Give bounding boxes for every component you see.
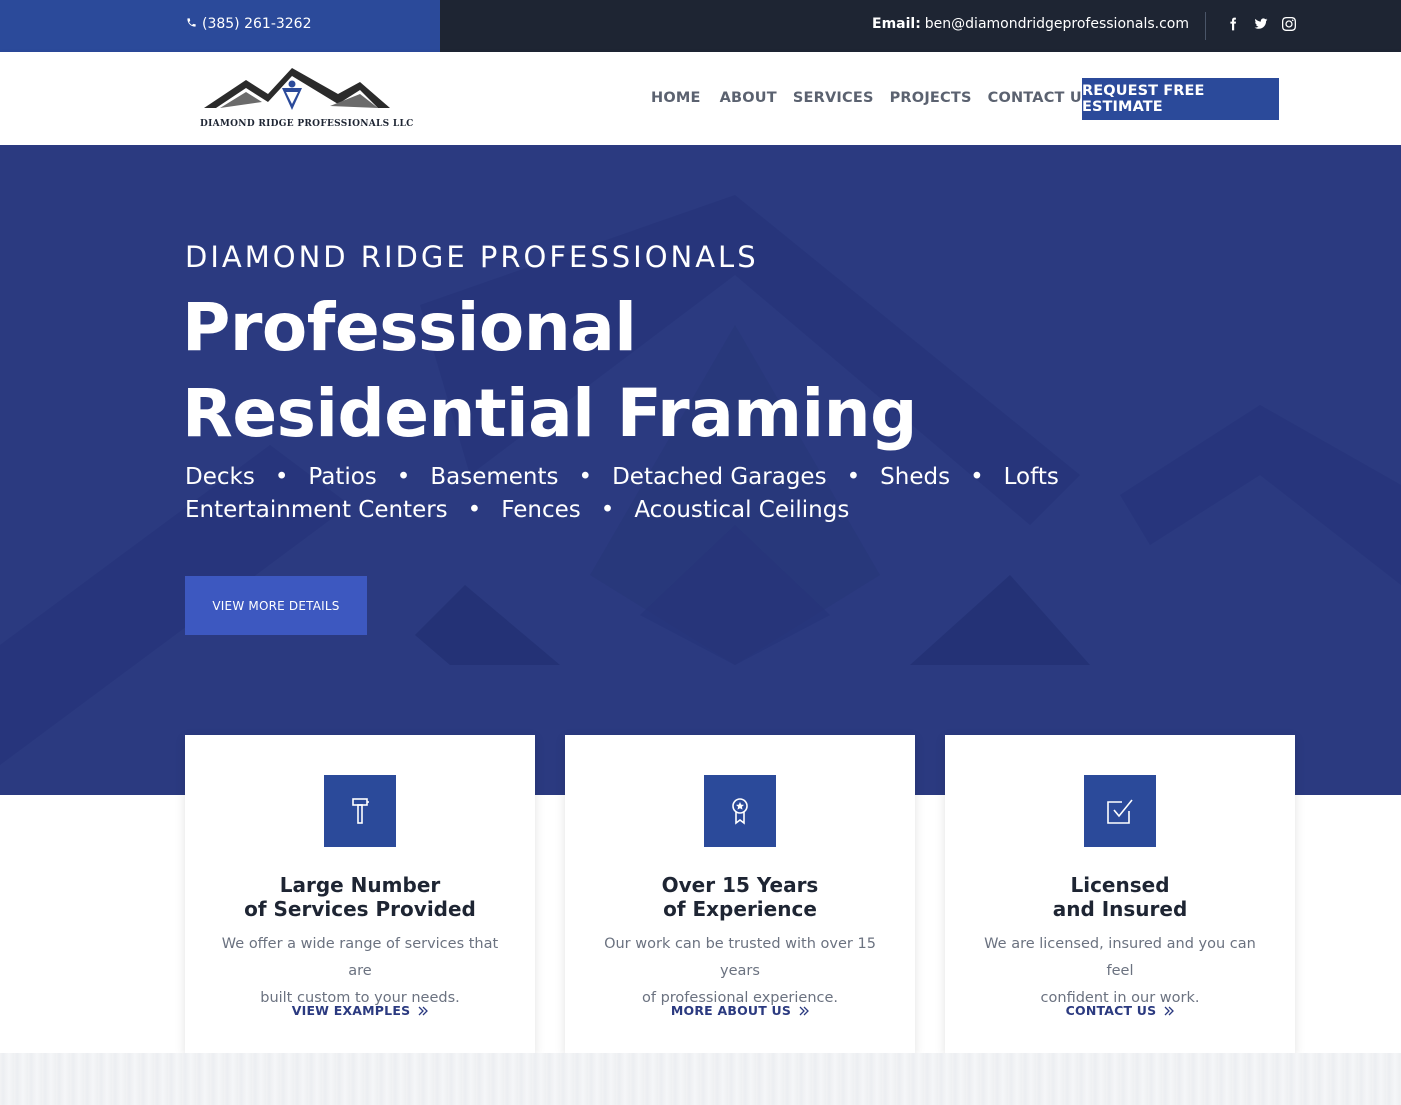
card-description: We are licensed, insured and you can fee…: [970, 931, 1270, 1012]
card-title-line1: Licensed: [1070, 873, 1170, 897]
card-title-line1: Over 15 Years: [661, 873, 819, 897]
link-label: MORE ABOUT US: [670, 1003, 792, 1018]
site-header: DIAMOND RIDGE PROFESSIONALS LLC HOME ABO…: [0, 52, 1401, 145]
facebook-icon[interactable]: [1226, 16, 1240, 32]
nav-services[interactable]: SERVICES: [793, 90, 874, 106]
hero-title-line1: Professional: [182, 289, 637, 366]
separator: •: [600, 497, 615, 523]
nav-contact-us[interactable]: CONTACT US: [988, 90, 1093, 106]
social-links: [1226, 16, 1296, 32]
card-title-line2: and Insured: [1052, 897, 1188, 921]
separator: •: [846, 464, 861, 490]
phone-link[interactable]: (385) 261-3262: [186, 16, 312, 32]
topbar-divider: [1205, 12, 1206, 40]
separator: •: [578, 464, 593, 490]
services-list: Decks • Patios • Basements • Detached Garages •…: [185, 461, 1085, 527]
card-title: Large Number of Services Provided: [185, 873, 535, 921]
feature-card-services: Large Number of Services Provided We off…: [185, 735, 535, 1053]
email-label: Email:: [872, 16, 921, 32]
card-description-line1: We offer a wide range of services that a…: [221, 936, 499, 979]
service-item: Lofts: [1003, 464, 1059, 490]
logo[interactable]: DIAMOND RIDGE PROFESSIONALS LLC: [200, 66, 414, 132]
feature-card-experience: Over 15 Years of Experience Our work can…: [565, 735, 915, 1053]
separator: •: [396, 464, 411, 490]
card-description: We offer a wide range of services that a…: [210, 931, 510, 1012]
service-item: Entertainment Centers: [185, 497, 448, 523]
service-item: Acoustical Ceilings: [634, 497, 850, 523]
link-label: CONTACT US: [1065, 1003, 1157, 1018]
separator: •: [274, 464, 289, 490]
service-item: Sheds: [880, 464, 951, 490]
hero-title: Professional Residential Framing: [182, 285, 917, 457]
double-chevron-right-icon: [799, 1006, 810, 1015]
top-bar: (385) 261-3262 Email: ben@diamondridgepro…: [0, 0, 1401, 52]
hero-section: DIAMOND RIDGE PROFESSIONALS Professional…: [0, 145, 1401, 795]
double-chevron-right-icon: [418, 1006, 429, 1015]
main-nav: HOME ABOUT SERVICES PROJECTS CONTACT US: [651, 90, 1109, 106]
service-item: Decks: [185, 464, 255, 490]
card-title-line2: of Services Provided: [244, 897, 476, 921]
card-description-line1: Our work can be trusted with over 15 yea…: [604, 936, 876, 979]
email-link[interactable]: Email: ben@diamondridgeprofessionals.com: [872, 16, 1189, 32]
card-title-line2: of Experience: [663, 897, 817, 921]
more-about-us-link[interactable]: MORE ABOUT US: [565, 1003, 915, 1018]
nav-projects[interactable]: PROJECTS: [890, 90, 972, 106]
services-row-2: Entertainment Centers • Fences • Acoustical …: [185, 494, 1085, 527]
card-title: Licensed and Insured: [945, 873, 1295, 921]
card-title: Over 15 Years of Experience: [565, 873, 915, 921]
nav-home[interactable]: HOME: [651, 90, 701, 106]
card-description: Our work can be trusted with over 15 yea…: [590, 931, 890, 1012]
twitter-icon[interactable]: [1254, 16, 1268, 32]
award-icon: [704, 775, 776, 847]
contact-us-link[interactable]: CONTACT US: [945, 1003, 1295, 1018]
hero-title-line2: Residential Framing: [182, 375, 917, 452]
separator: •: [970, 464, 984, 490]
wood-texture-band: [0, 1053, 1401, 1105]
hammer-icon: [324, 775, 396, 847]
roof-logo-icon: [204, 68, 390, 110]
card-description-line1: We are licensed, insured and you can fee…: [984, 936, 1256, 979]
logo-text: DIAMOND RIDGE PROFESSIONALS LLC: [200, 119, 414, 129]
request-estimate-button[interactable]: REQUEST FREE ESTIMATE: [1082, 78, 1279, 120]
services-row-1: Decks • Patios • Basements • Detached Garages •…: [185, 461, 1085, 494]
checkbox-icon: [1084, 775, 1156, 847]
service-item: Basements: [430, 464, 559, 490]
feature-card-licensed: Licensed and Insured We are licensed, in…: [945, 735, 1295, 1053]
nav-about[interactable]: ABOUT: [720, 90, 777, 106]
card-title-line1: Large Number: [279, 873, 441, 897]
separator: •: [467, 497, 482, 523]
hero-subtitle: DIAMOND RIDGE PROFESSIONALS: [185, 240, 759, 274]
link-label: VIEW EXAMPLES: [291, 1003, 411, 1018]
view-more-details-button[interactable]: VIEW MORE DETAILS: [185, 576, 367, 635]
service-item: Detached Garages: [612, 464, 827, 490]
view-examples-link[interactable]: VIEW EXAMPLES: [185, 1003, 535, 1018]
instagram-icon[interactable]: [1282, 16, 1296, 32]
email-address: ben@diamondridgeprofessionals.com: [924, 16, 1189, 32]
service-item: Fences: [501, 497, 581, 523]
double-chevron-right-icon: [1164, 1006, 1175, 1015]
phone-number: (385) 261-3262: [202, 16, 312, 32]
phone-icon: [186, 16, 197, 32]
service-item: Patios: [308, 464, 377, 490]
